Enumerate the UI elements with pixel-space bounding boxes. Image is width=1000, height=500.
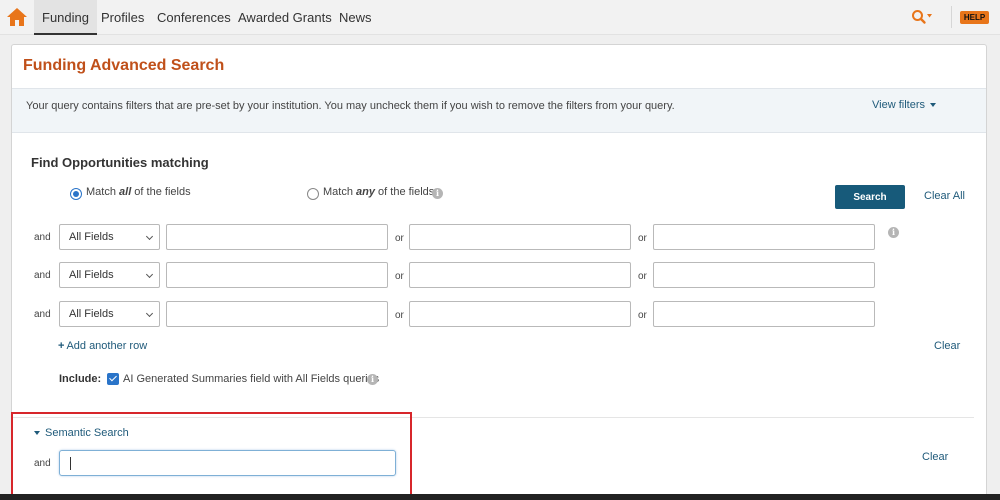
find-opportunities-heading: Find Opportunities matching	[31, 155, 209, 170]
row-3-field-select[interactable]: All Fields	[59, 301, 160, 327]
row-1-term-3-input[interactable]	[653, 224, 875, 250]
search-icon[interactable]	[911, 9, 933, 25]
view-filters-label: View filters	[872, 99, 925, 111]
clear-all-link[interactable]: Clear All	[924, 190, 965, 202]
nav-tab-news[interactable]: News	[339, 0, 372, 35]
row-1-or-label: or	[395, 233, 404, 244]
match-all-radio[interactable]	[70, 188, 82, 200]
row-3-field-value: All Fields	[69, 308, 114, 320]
semantic-search-input[interactable]	[59, 450, 396, 476]
ai-summaries-label[interactable]: AI Generated Summaries field with All Fi…	[123, 373, 379, 385]
info-icon[interactable]: i	[367, 374, 378, 385]
caret-down-icon	[929, 103, 936, 108]
filters-info-bar: Your query contains filters that are pre…	[12, 88, 986, 133]
row-3-term-3-input[interactable]	[653, 301, 875, 327]
semantic-search-toggle[interactable]: Semantic Search	[34, 427, 129, 439]
chevron-down-icon	[145, 232, 154, 241]
row-1-field-value: All Fields	[69, 231, 114, 243]
caret-down-icon	[34, 431, 40, 436]
row-2-term-3-input[interactable]	[653, 262, 875, 288]
page-title: Funding Advanced Search	[23, 57, 225, 74]
row-3-term-1-input[interactable]	[166, 301, 388, 327]
match-any-radio[interactable]	[307, 188, 319, 200]
row-2-field-value: All Fields	[69, 269, 114, 281]
view-filters-link[interactable]: View filters	[872, 99, 936, 111]
row-1-term-1-input[interactable]	[166, 224, 388, 250]
nav-tab-funding[interactable]: Funding	[34, 0, 97, 35]
chevron-down-icon	[145, 270, 154, 279]
row-1-or-label: or	[638, 233, 647, 244]
row-3-or-label: or	[395, 310, 404, 321]
row-1-field-select[interactable]: All Fields	[59, 224, 160, 250]
nav-tab-awarded-grants[interactable]: Awarded Grants	[238, 0, 332, 35]
top-navigation: Funding Profiles Conferences Awarded Gra…	[0, 0, 1000, 35]
row-2-or-label: or	[638, 271, 647, 282]
row-3-term-2-input[interactable]	[409, 301, 631, 327]
match-all-label[interactable]: Match all of the fields	[86, 186, 191, 198]
row-1-conjunction: and	[34, 232, 51, 243]
add-another-row-link[interactable]: + Add another row	[58, 340, 147, 352]
row-2-term-1-input[interactable]	[166, 262, 388, 288]
section-divider	[12, 417, 974, 418]
add-row-label: Add another row	[66, 340, 148, 352]
chevron-down-icon	[145, 309, 154, 318]
row-2-or-label: or	[395, 271, 404, 282]
ai-summaries-checkbox[interactable]	[107, 373, 119, 385]
row-3-conjunction: and	[34, 309, 51, 320]
semantic-conjunction: and	[34, 458, 51, 469]
search-button[interactable]: Search	[835, 185, 905, 209]
nav-tab-conferences[interactable]: Conferences	[157, 0, 231, 35]
help-button[interactable]: HELP	[960, 11, 989, 24]
row-1-term-2-input[interactable]	[409, 224, 631, 250]
home-icon[interactable]	[6, 7, 28, 27]
match-any-label[interactable]: Match any of the fields	[323, 186, 434, 198]
row-2-term-2-input[interactable]	[409, 262, 631, 288]
info-icon[interactable]: i	[888, 227, 899, 238]
info-icon[interactable]: i	[432, 188, 443, 199]
row-3-or-label: or	[638, 310, 647, 321]
nav-tab-profiles[interactable]: Profiles	[101, 0, 144, 35]
plus-icon: +	[58, 340, 65, 352]
nav-divider	[951, 6, 952, 28]
filters-info-text: Your query contains filters that are pre…	[26, 100, 675, 112]
bottom-edge-bar	[0, 494, 1000, 500]
clear-rows-link[interactable]: Clear	[934, 340, 960, 352]
row-2-conjunction: and	[34, 270, 51, 281]
semantic-search-label: Semantic Search	[45, 427, 129, 439]
row-2-field-select[interactable]: All Fields	[59, 262, 160, 288]
clear-semantic-link[interactable]: Clear	[922, 451, 948, 463]
advanced-search-panel: Funding Advanced Search Your query conta…	[11, 44, 987, 500]
include-label: Include:	[59, 373, 102, 385]
text-cursor	[70, 457, 71, 470]
